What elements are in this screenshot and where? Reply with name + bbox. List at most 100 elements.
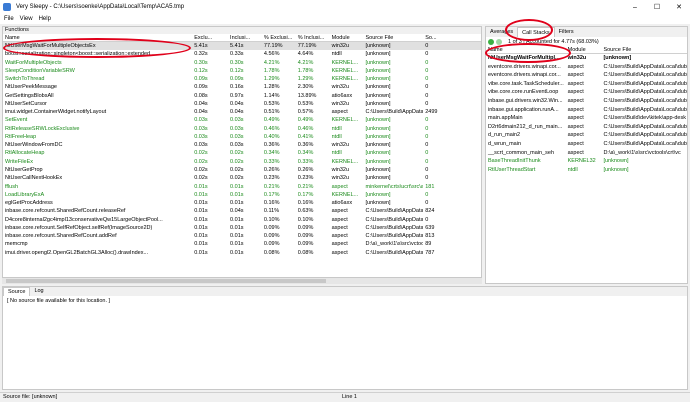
maximize-button[interactable]: ☐: [646, 0, 668, 14]
menu-view[interactable]: View: [20, 16, 33, 22]
col-exclusive[interactable]: Exclu...: [192, 34, 228, 41]
fn-exclusive: 0.08s: [194, 92, 208, 99]
list-item[interactable]: vibe.core.task.TaskScheduler... aspect C:\…: [486, 80, 687, 89]
fn-module: aspect: [331, 109, 348, 116]
next-stack-icon[interactable]: [496, 38, 502, 45]
table-row[interactable]: D4core8internal2gc4impl13conservativeQw1…: [3, 216, 481, 224]
fn-name: inbase.core.refcount.SharedRefCount.addR…: [5, 233, 117, 240]
fn-exclusive: 0.01s: [194, 200, 208, 207]
list-item[interactable]: d_wrun_main aspect C:\Users\Build\AppData\…: [486, 140, 687, 149]
list-item[interactable]: BaseThreadInitThunk KERNEL32 [unknown]: [486, 157, 687, 166]
fn-pct-exclusive: 77.19%: [263, 43, 283, 49]
table-row[interactable]: RtlReleaseSRWLockExclusive 0.03s 0.03s 0.46…: [3, 125, 481, 133]
tab-filters[interactable]: Filters: [555, 27, 578, 37]
functions-hscrollbar[interactable]: [2, 278, 482, 284]
list-item[interactable]: vibe.core.core.runEventLoop aspect C:\User…: [486, 88, 687, 97]
cs-name: vibe.core.core.runEventLoop: [488, 89, 559, 96]
close-button[interactable]: ✕: [668, 0, 690, 14]
tab-call-stacks[interactable]: Call Stacks: [517, 27, 555, 37]
fn-module: KERNEL...: [331, 76, 359, 83]
fn-source-line: 2499: [425, 109, 438, 116]
fn-inclusive: 0.09s: [230, 76, 244, 83]
col-source-file[interactable]: Source File: [363, 34, 423, 41]
right-panel: Averages Call Stacks Filters 1 of 3 | Ac…: [485, 26, 688, 284]
list-item[interactable]: d_run_main2 aspect C:\Users\Build\AppData\…: [486, 131, 687, 140]
table-row[interactable]: inbase.core.refcount.SelfRefObject.selfR…: [3, 224, 481, 232]
fn-name: SwitchToThread: [5, 76, 45, 83]
fn-source-line: 824: [425, 208, 435, 215]
table-row[interactable]: WriteFileEx 0.02s 0.02s 0.33% 0.33% KERNEL...…: [3, 158, 481, 166]
table-row[interactable]: NtUserGetProp 0.02s 0.02s 0.26% 0.26% win32u […: [3, 166, 481, 174]
tab-source[interactable]: Source: [3, 287, 31, 296]
list-item[interactable]: __scrt_common_main_seh aspect D:\a\_work\1…: [486, 149, 687, 158]
table-row[interactable]: NtUserCallNextHookEx 0.02s 0.02s 0.23% 0.23%…: [3, 174, 481, 182]
fn-source-file: [unknown]: [365, 166, 391, 173]
menu-bar: File View Help: [0, 14, 690, 24]
table-row[interactable]: WaitForMultipleObjects 0.30s 0.30s 4.21% 4.2…: [3, 59, 481, 67]
table-row[interactable]: fflush 0.01s 0.01s 0.21% 0.21% aspect minkerne…: [3, 183, 481, 191]
table-row[interactable]: memcmp 0.01s 0.01s 0.09% 0.09% aspect D:\a\_wo…: [3, 240, 481, 248]
list-item[interactable]: inbase.gui.drivers.win32.Win... aspect C:\…: [486, 97, 687, 106]
fn-module: ntdll: [331, 51, 342, 58]
fn-source-line: 0: [425, 158, 429, 165]
fn-exclusive: 0.09s: [194, 84, 208, 91]
fn-source-file: [unknown]: [365, 191, 391, 198]
col-pct-exclusive[interactable]: % Exclusi...: [262, 34, 296, 41]
col-module[interactable]: Module: [330, 34, 364, 41]
cs-name: __scrt_common_main_seh: [488, 149, 555, 156]
cs-col-name[interactable]: Name: [486, 46, 566, 53]
list-item[interactable]: eventcore.drivers.winapi.cor... aspect C:\…: [486, 63, 687, 72]
table-row[interactable]: LoadLibraryExA 0.01s 0.01s 0.17% 0.17% KERNEL…: [3, 191, 481, 199]
list-item[interactable]: main.appMain aspect C:\Users\Build\dev\kit…: [486, 114, 687, 123]
col-inclusive[interactable]: Inclusi...: [228, 34, 262, 41]
prev-stack-icon[interactable]: [488, 38, 494, 45]
minimize-button[interactable]: –: [624, 0, 646, 14]
fn-module: atio6axx: [331, 92, 353, 99]
fn-pct-inclusive: 77.19%: [297, 43, 317, 49]
list-item[interactable]: inbase.gui.application.runA... aspect C:\U…: [486, 106, 687, 115]
table-row[interactable]: NtUserPeekMessage 0.09s 0.16s 1.28% 2.30% win…: [3, 83, 481, 91]
table-row[interactable]: inbase.core.refcount.SharedRefCount.rele…: [3, 207, 481, 215]
list-item[interactable]: eventcore.drivers.winapi.cor... aspect C:\…: [486, 71, 687, 80]
tab-averages[interactable]: Averages: [486, 27, 517, 37]
source-panel: Source Log [ No source file available fo…: [2, 286, 688, 390]
table-row[interactable]: NtUserWindowFromDC 0.03s 0.03s 0.36% 0.36% wi…: [3, 141, 481, 149]
table-row[interactable]: RtlFreeHeap 0.03s 0.03s 0.40% 0.41% ntdll [unk…: [3, 133, 481, 141]
cs-col-source[interactable]: Source File: [601, 46, 687, 53]
table-row[interactable]: boost::serialization::singleton<boost::s…: [3, 50, 481, 58]
fn-pct-exclusive: 0.11%: [263, 208, 280, 215]
fn-name: memcmp: [5, 241, 28, 248]
table-row[interactable]: SetEvent 0.03s 0.03s 0.49% 0.49% KERNEL... [un…: [3, 116, 481, 124]
table-row[interactable]: SleepConditionVariableSRW 0.12s 0.12s 1.78%…: [3, 67, 481, 75]
menu-help[interactable]: Help: [39, 16, 51, 22]
table-row[interactable]: inbase.core.refcount.SharedRefCount.addR…: [3, 232, 481, 240]
list-item[interactable]: D2rt6dmain212_d_run_main... aspect C:\User…: [486, 123, 687, 132]
table-row[interactable]: eglGetProcAddress 0.01s 0.01s 0.16% 0.16% ati…: [3, 199, 481, 207]
fn-module: aspect: [331, 216, 348, 223]
table-row[interactable]: GetSettingsBlobsAll 0.08s 0.97s 1.14% 13.89%…: [3, 92, 481, 100]
fn-source-file: C:\Users\Build\AppData\Local\dub\package…: [365, 224, 424, 231]
fn-pct-inclusive: 0.36%: [297, 142, 314, 149]
tab-log[interactable]: Log: [30, 287, 47, 296]
col-pct-inclusive[interactable]: % Inclusi...: [296, 34, 330, 41]
table-row[interactable]: imui.driver.opengl2.OpenGL2BatchGL3Alloc…: [3, 249, 481, 257]
fn-source-file: C:\Users\Build\AppData\Local\dub\package…: [365, 208, 424, 215]
fn-source-file: C:\Users\Build\AppData\Local\dub\package…: [365, 249, 424, 256]
table-row[interactable]: NtUserSetCursor 0.04s 0.04s 0.53% 0.53% win32…: [3, 100, 481, 108]
table-row[interactable]: SwitchToThread 0.09s 0.09s 1.29% 1.29% KERNEL…: [3, 75, 481, 83]
col-source-line[interactable]: So...: [423, 34, 481, 41]
table-row[interactable]: NtUserMsgWaitForMultipleObjectsEx 5.41s 5.…: [3, 42, 481, 51]
fn-pct-exclusive: 0.40%: [263, 133, 280, 140]
list-item[interactable]: RtlUserThreadStart ntdll [unknown]: [486, 166, 687, 175]
list-item[interactable]: NtUserMsgWaitForMultipl... win32u [unknown…: [486, 54, 687, 63]
cs-name: RtlUserThreadStart: [488, 166, 536, 173]
cs-module: ntdll: [567, 166, 578, 173]
menu-file[interactable]: File: [4, 16, 14, 22]
fn-exclusive: 0.02s: [194, 166, 208, 173]
table-row[interactable]: imui.widget.ContainerWidget.notifyLayout…: [3, 108, 481, 116]
col-name[interactable]: Name: [3, 34, 192, 41]
scroll-thumb[interactable]: [6, 279, 326, 283]
table-row[interactable]: RtlAllocateHeap 0.02s 0.02s 0.34% 0.34% ntdll…: [3, 149, 481, 157]
cs-source-file: D:\a\_work\1\s\src\vctools\crt\vc: [603, 149, 681, 156]
cs-col-module[interactable]: Module: [566, 46, 602, 53]
